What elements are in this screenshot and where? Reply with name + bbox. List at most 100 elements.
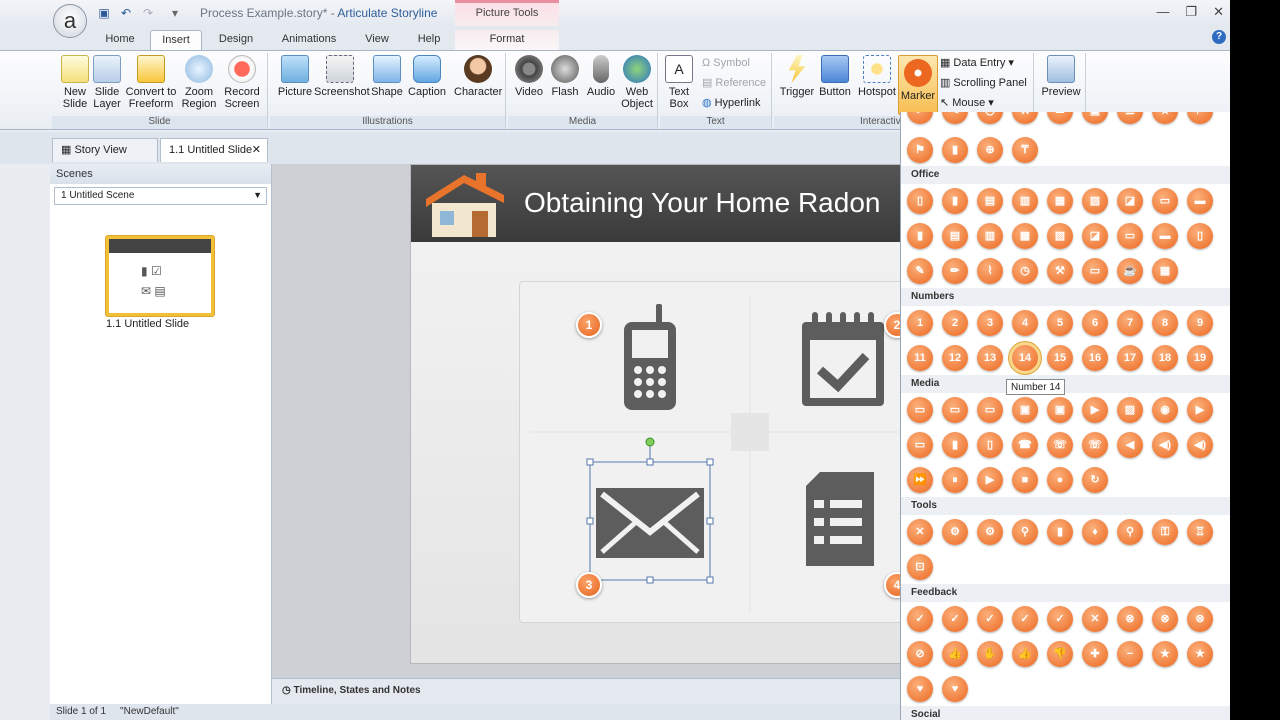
office-marker-icon[interactable]: ▧ bbox=[1047, 223, 1073, 249]
slide-thumbnail[interactable]: ▮ ☑ ✉ ▤ bbox=[106, 236, 214, 316]
close-tab-icon[interactable]: ✕ bbox=[252, 139, 261, 161]
zoom-region-button[interactable]: Zoom Region bbox=[178, 55, 220, 110]
app-menu-button[interactable]: a bbox=[53, 4, 87, 38]
office-marker-icon[interactable]: ⚒ bbox=[1047, 258, 1073, 284]
media-marker-icon[interactable]: ◀ bbox=[1117, 432, 1143, 458]
feedback-marker-icon[interactable]: ★ bbox=[1187, 641, 1213, 667]
number-marker-1[interactable]: 1 bbox=[907, 310, 933, 336]
feedback-marker-icon[interactable]: − bbox=[1117, 641, 1143, 667]
number-marker-18[interactable]: 18 bbox=[1152, 345, 1178, 371]
tab-home[interactable]: Home bbox=[96, 30, 144, 50]
feedback-marker-icon[interactable]: ✓ bbox=[907, 606, 933, 632]
character-button[interactable]: Character bbox=[454, 55, 502, 98]
office-marker-icon[interactable]: ▭ bbox=[1082, 258, 1108, 284]
data-entry-button[interactable]: ▦ Data Entry ▾ bbox=[940, 57, 1014, 69]
office-marker-icon[interactable]: ▤ bbox=[977, 188, 1003, 214]
marker-icon[interactable]: ⚑ bbox=[1187, 112, 1213, 124]
minimize-icon[interactable]: — bbox=[1156, 4, 1169, 20]
marker-icon[interactable]: ✓ bbox=[907, 112, 933, 124]
feedback-marker-icon[interactable]: ⊗ bbox=[1117, 606, 1143, 632]
undo-icon[interactable]: ↶ bbox=[119, 6, 133, 20]
feedback-marker-icon[interactable]: 👍 bbox=[1012, 641, 1038, 667]
media-marker-icon[interactable]: ▨ bbox=[1117, 397, 1143, 423]
redo-icon[interactable]: ↷ bbox=[141, 6, 155, 20]
story-view-tab[interactable]: ▦ Story View bbox=[52, 138, 158, 162]
slide[interactable]: Obtaining Your Home Radon 1 2 3 4 bbox=[410, 164, 900, 664]
tab-help[interactable]: Help bbox=[408, 30, 450, 50]
tools-marker-icon[interactable]: ⚙ bbox=[977, 519, 1003, 545]
slide-canvas[interactable]: Obtaining Your Home Radon 1 2 3 4 bbox=[272, 164, 900, 678]
marker-icon[interactable]: ▮ bbox=[942, 137, 968, 163]
tab-animations[interactable]: Animations bbox=[272, 30, 346, 50]
textbox-button[interactable]: A Text Box bbox=[660, 55, 698, 110]
office-marker-icon[interactable]: ✏ bbox=[942, 258, 968, 284]
marker-icon[interactable]: ★ bbox=[1152, 112, 1178, 124]
office-marker-icon[interactable]: ▥ bbox=[1012, 188, 1038, 214]
trigger-button[interactable]: Trigger bbox=[776, 55, 818, 98]
feedback-marker-icon[interactable]: ⊗ bbox=[1152, 606, 1178, 632]
media-marker-icon[interactable]: ● bbox=[1047, 467, 1073, 493]
media-marker-icon[interactable]: ☎ bbox=[1012, 432, 1038, 458]
customize-qat-icon[interactable]: ▾ bbox=[168, 6, 182, 20]
tools-marker-icon[interactable]: ✕ bbox=[907, 519, 933, 545]
media-marker-icon[interactable]: ▶ bbox=[1187, 397, 1213, 423]
office-marker-icon[interactable]: ▤ bbox=[942, 223, 968, 249]
help-icon[interactable]: ? bbox=[1212, 30, 1226, 44]
number-marker-8[interactable]: 8 bbox=[1152, 310, 1178, 336]
feedback-marker-icon[interactable]: ✓ bbox=[1047, 606, 1073, 632]
shape-button[interactable]: Shape bbox=[366, 55, 408, 98]
preview-button[interactable]: Preview bbox=[1040, 55, 1082, 98]
scene-select[interactable]: 1 Untitled Scene ▼ bbox=[54, 187, 267, 205]
button-button[interactable]: Button bbox=[814, 55, 856, 98]
number-marker-5[interactable]: 5 bbox=[1047, 310, 1073, 336]
number-marker-19[interactable]: 19 bbox=[1187, 345, 1213, 371]
feedback-marker-icon[interactable]: 👍 bbox=[942, 641, 968, 667]
office-marker-icon[interactable]: ✎ bbox=[907, 258, 933, 284]
media-marker-icon[interactable]: ▣ bbox=[1047, 397, 1073, 423]
tab-view[interactable]: View bbox=[356, 30, 398, 50]
marker-icon[interactable]: ⚒ bbox=[1012, 112, 1038, 124]
close-icon[interactable]: ✕ bbox=[1213, 4, 1224, 20]
number-marker-7[interactable]: 7 bbox=[1117, 310, 1143, 336]
office-marker-icon[interactable]: ▧ bbox=[1082, 188, 1108, 214]
feedback-marker-icon[interactable]: ⊗ bbox=[1187, 606, 1213, 632]
hyperlink-button[interactable]: ◍ Hyperlink bbox=[702, 97, 760, 109]
office-marker-icon[interactable]: ▮ bbox=[942, 188, 968, 214]
feedback-marker-icon[interactable]: ✕ bbox=[1082, 606, 1108, 632]
media-marker-icon[interactable]: ▶ bbox=[1082, 397, 1108, 423]
feedback-marker-icon[interactable]: ⊘ bbox=[907, 641, 933, 667]
slide-title[interactable]: Obtaining Your Home Radon bbox=[524, 187, 880, 219]
marker-button[interactable]: Marker bbox=[898, 55, 938, 115]
office-marker-icon[interactable]: ▬ bbox=[1187, 188, 1213, 214]
office-marker-icon[interactable]: ▦ bbox=[1047, 188, 1073, 214]
office-marker-icon[interactable]: ▯ bbox=[1187, 223, 1213, 249]
tab-design[interactable]: Design bbox=[210, 30, 262, 50]
number-marker-16[interactable]: 16 bbox=[1082, 345, 1108, 371]
feedback-marker-icon[interactable]: ✓ bbox=[1012, 606, 1038, 632]
marker-icon[interactable]: ◷ bbox=[977, 112, 1003, 124]
number-marker-2[interactable]: 2 bbox=[942, 310, 968, 336]
feedback-marker-icon[interactable]: ✋ bbox=[977, 641, 1003, 667]
marker-icon[interactable]: ✎ bbox=[942, 112, 968, 124]
media-marker-icon[interactable]: ■ bbox=[1012, 467, 1038, 493]
office-marker-icon[interactable]: ▭ bbox=[1117, 223, 1143, 249]
caption-button[interactable]: Caption bbox=[406, 55, 448, 98]
tools-marker-icon[interactable]: ♦ bbox=[1082, 519, 1108, 545]
number-marker-11[interactable]: 11 bbox=[907, 345, 933, 371]
feedback-marker-icon[interactable]: ✓ bbox=[942, 606, 968, 632]
tab-format[interactable]: Format bbox=[455, 30, 559, 50]
media-marker-icon[interactable]: ▭ bbox=[907, 432, 933, 458]
media-marker-icon[interactable]: ▭ bbox=[942, 397, 968, 423]
office-marker-icon[interactable]: ▮ bbox=[907, 223, 933, 249]
office-marker-icon[interactable]: ▭ bbox=[1152, 188, 1178, 214]
tools-marker-icon[interactable]: ♖ bbox=[1187, 519, 1213, 545]
number-marker-12[interactable]: 12 bbox=[942, 345, 968, 371]
marker-icon[interactable]: ⊕ bbox=[977, 137, 1003, 163]
media-marker-icon[interactable]: ⏩ bbox=[907, 467, 933, 493]
badge-1[interactable]: 1 bbox=[576, 312, 602, 338]
media-marker-icon[interactable]: ☏ bbox=[1082, 432, 1108, 458]
number-marker-14[interactable]: 14 bbox=[1012, 345, 1038, 371]
marker-icon[interactable]: ₸ bbox=[1012, 137, 1038, 163]
feedback-marker-icon[interactable]: ♥ bbox=[907, 676, 933, 702]
media-marker-icon[interactable]: ◉ bbox=[1152, 397, 1178, 423]
